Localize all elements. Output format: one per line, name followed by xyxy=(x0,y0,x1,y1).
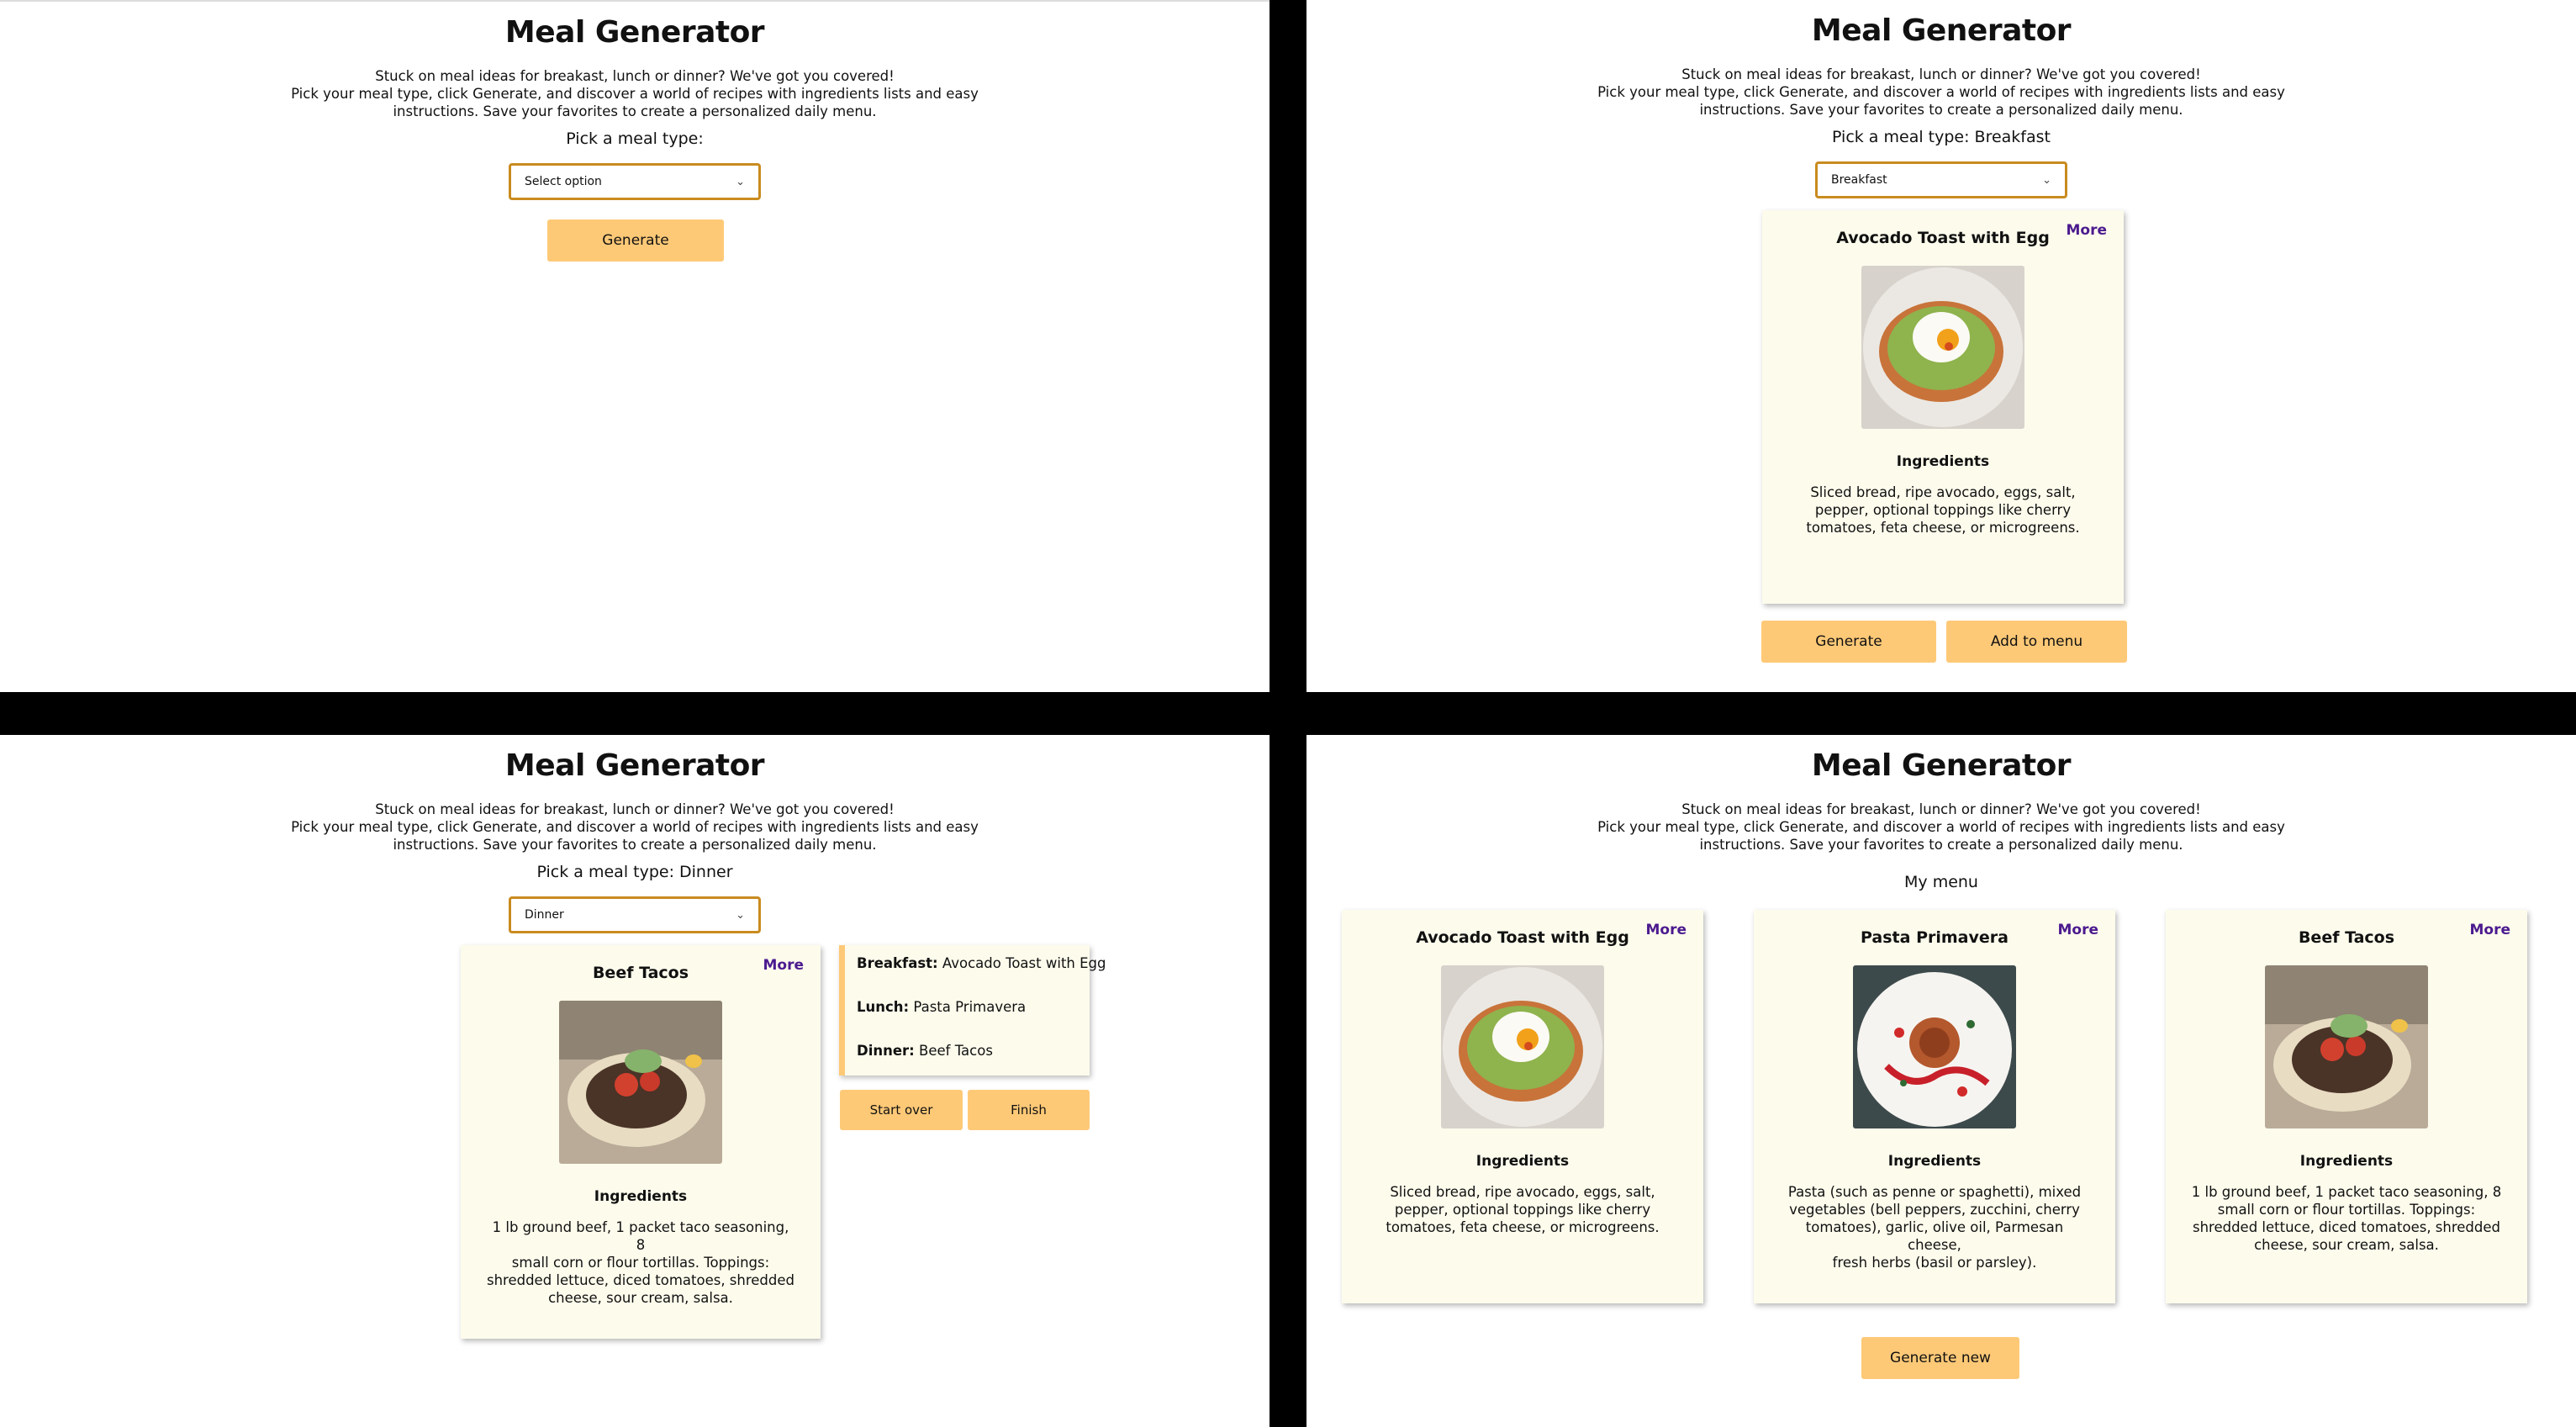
page-title: Meal Generator xyxy=(504,748,765,783)
menu-card: Pasta Primavera More Ingredients Pasta (… xyxy=(1754,910,2115,1303)
intro-text: Stuck on meal ideas for breakast, lunch … xyxy=(1597,801,2285,853)
generate-new-button[interactable]: Generate new xyxy=(1861,1337,2019,1379)
screen-dinner: Meal Generator Stuck on meal ideas for b… xyxy=(0,735,1270,1427)
ingredients-text: Sliced bread, ripe avocado, eggs, salt, … xyxy=(1806,484,2080,536)
ingredients-heading: Ingredients xyxy=(1896,453,1990,470)
my-menu-heading: My menu xyxy=(1904,873,1978,891)
screen-initial: Meal Generator Stuck on meal ideas for b… xyxy=(0,0,1270,692)
menu-summary: Breakfast: Avocado Toast with Egg Lunch:… xyxy=(839,945,1106,1076)
ingredients-heading: Ingredients xyxy=(594,1188,688,1205)
more-link[interactable]: More xyxy=(763,957,804,974)
ingredients-text: 1 lb ground beef, 1 packet taco seasonin… xyxy=(486,1219,795,1306)
menu-card: Avocado Toast with Egg More Ingredients … xyxy=(1342,910,1703,1303)
beef-tacos-image xyxy=(2265,965,2428,1128)
ingredients-text: Sliced bread, ripe avocado, eggs, salt, … xyxy=(1386,1184,1660,1235)
start-over-button[interactable]: Start over xyxy=(840,1090,963,1130)
beef-tacos-image xyxy=(559,1001,722,1164)
screen-my-menu: Meal Generator Stuck on meal ideas for b… xyxy=(1306,735,2576,1427)
chevron-down-icon: ⌄ xyxy=(736,908,745,922)
screen-breakfast: Meal Generator Stuck on meal ideas for b… xyxy=(1306,0,2576,692)
intro-text: Stuck on meal ideas for breakast, lunch … xyxy=(291,801,979,853)
summary-lunch: Lunch: Pasta Primavera xyxy=(857,999,1027,1015)
meal-type-select[interactable]: Breakfast ⌄ xyxy=(1815,161,2067,198)
chevron-down-icon: ⌄ xyxy=(736,175,745,188)
pasta-primavera-image xyxy=(1853,965,2016,1128)
summary-dinner: Dinner: Beef Tacos xyxy=(857,1043,993,1059)
ingredients-heading: Ingredients xyxy=(2299,1153,2394,1170)
ingredients-text: 1 lb ground beef, 1 packet taco seasonin… xyxy=(2191,1184,2502,1253)
add-to-menu-button[interactable]: Add to menu xyxy=(1946,621,2127,663)
meal-type-label: Pick a meal type: xyxy=(566,129,704,148)
more-link[interactable]: More xyxy=(2057,922,2098,938)
page-title: Meal Generator xyxy=(504,15,765,50)
recipe-card: Avocado Toast with Egg More Ingredients … xyxy=(1762,210,2124,604)
recipe-card: Beef Tacos More Ingredients 1 lb ground … xyxy=(461,945,821,1339)
meal-type-label: Pick a meal type: Breakfast xyxy=(1832,128,2051,146)
ingredients-text: Pasta (such as penne or spaghetti), mixe… xyxy=(1787,1184,2082,1271)
intro-text: Stuck on meal ideas for breakast, lunch … xyxy=(291,68,979,119)
meal-type-label: Pick a meal type: Dinner xyxy=(536,863,733,881)
finish-button[interactable]: Finish xyxy=(968,1090,1090,1130)
page-title: Meal Generator xyxy=(1811,13,2072,48)
generate-button[interactable]: Generate xyxy=(1761,621,1936,663)
ingredients-heading: Ingredients xyxy=(1475,1153,1570,1170)
meal-type-select[interactable]: Dinner ⌄ xyxy=(509,896,761,933)
summary-breakfast: Breakfast: Avocado Toast with Egg xyxy=(857,955,1106,971)
generate-button[interactable]: Generate xyxy=(547,219,724,262)
more-link[interactable]: More xyxy=(2066,222,2107,239)
select-value: Dinner xyxy=(525,908,564,922)
select-value: Select option xyxy=(525,175,602,188)
more-link[interactable]: More xyxy=(2469,922,2510,938)
chevron-down-icon: ⌄ xyxy=(2042,173,2051,187)
meal-type-select[interactable]: Select option ⌄ xyxy=(509,163,761,200)
avocado-toast-image xyxy=(1441,965,1604,1128)
menu-card: Beef Tacos More Ingredients 1 lb ground … xyxy=(2166,910,2527,1303)
select-value: Breakfast xyxy=(1831,173,1887,187)
page-title: Meal Generator xyxy=(1811,748,2072,783)
more-link[interactable]: More xyxy=(1645,922,1687,938)
intro-text: Stuck on meal ideas for breakast, lunch … xyxy=(1597,66,2285,118)
ingredients-heading: Ingredients xyxy=(1887,1153,1982,1170)
avocado-toast-image xyxy=(1861,266,2024,429)
